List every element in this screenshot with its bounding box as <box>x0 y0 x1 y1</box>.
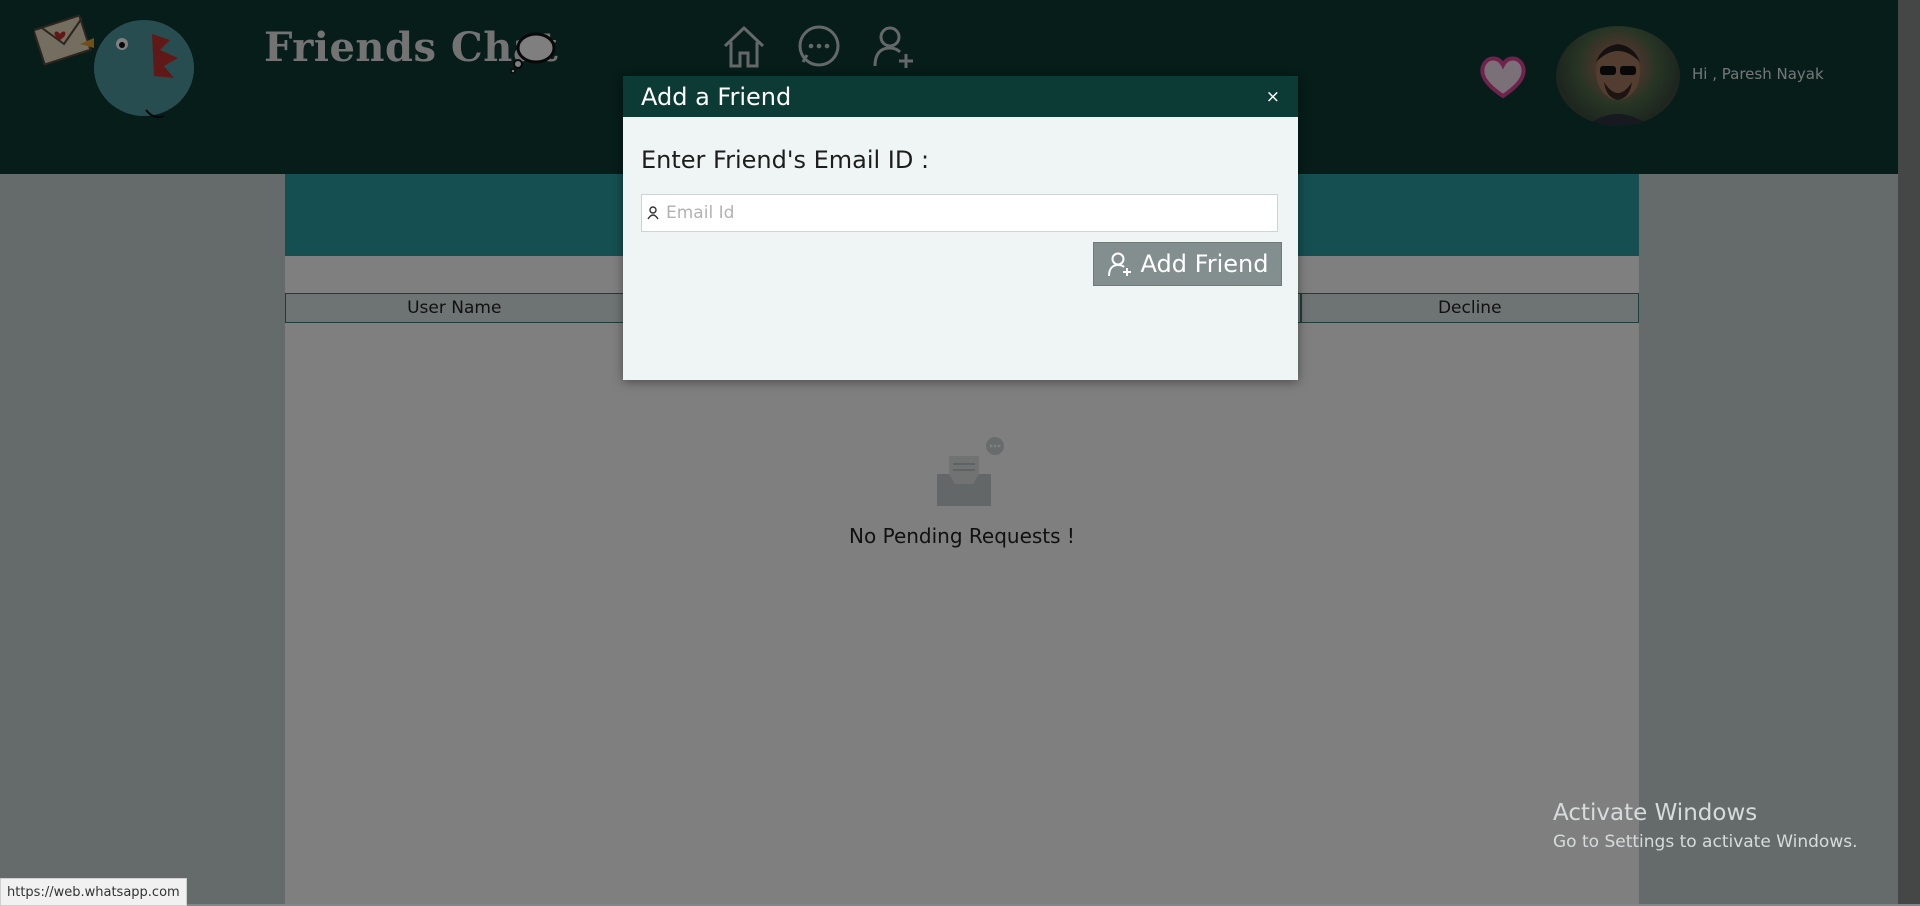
add-friend-button[interactable]: Add Friend <box>1093 242 1282 286</box>
dialog-title: Add a Friend <box>641 82 792 111</box>
activate-title: Activate Windows <box>1553 800 1758 826</box>
add-friend-label: Add Friend <box>1140 250 1269 278</box>
activate-subtitle: Go to Settings to activate Windows. <box>1553 832 1858 852</box>
windows-activation-watermark: Activate Windows Go to Settings to activ… <box>1553 800 1858 852</box>
add-user-icon <box>1107 252 1131 277</box>
email-field[interactable] <box>641 194 1278 232</box>
email-input[interactable] <box>664 202 1268 224</box>
dialog-header: Add a Friend × <box>623 76 1298 117</box>
close-button[interactable]: × <box>1266 87 1280 107</box>
status-url: https://web.whatsapp.com <box>7 884 180 900</box>
add-friend-dialog: Add a Friend × Enter Friend's Email ID :… <box>623 76 1298 380</box>
email-label: Enter Friend's Email ID : <box>641 146 930 174</box>
link-status-bar: https://web.whatsapp.com <box>0 878 187 906</box>
user-icon <box>642 194 664 232</box>
